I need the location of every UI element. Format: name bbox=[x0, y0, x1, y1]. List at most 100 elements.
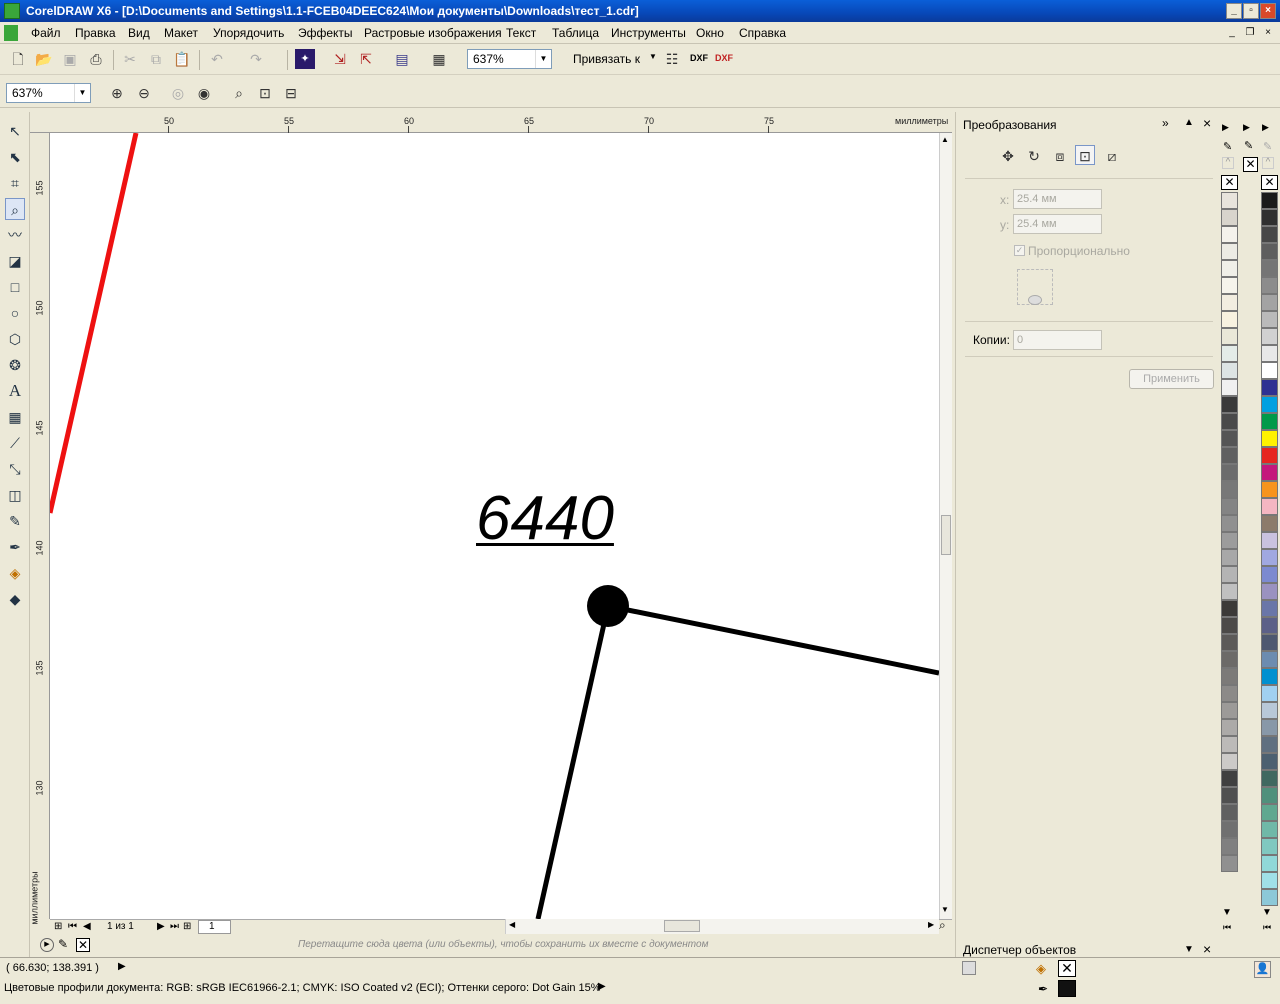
drawing-canvas[interactable]: 6440 bbox=[50, 133, 939, 919]
color-swatch[interactable] bbox=[1221, 277, 1238, 294]
color-swatch[interactable] bbox=[1221, 430, 1238, 447]
color-swatch[interactable] bbox=[1221, 685, 1238, 702]
no-color-swatch[interactable]: ✕ bbox=[76, 938, 90, 952]
menu-window[interactable]: Окно bbox=[696, 26, 724, 40]
no-fill-swatch[interactable]: ✕ bbox=[1261, 175, 1278, 190]
fill-none-swatch[interactable]: ✕ bbox=[1058, 960, 1076, 977]
color-swatch[interactable] bbox=[1221, 617, 1238, 634]
color-swatch[interactable] bbox=[1221, 328, 1238, 345]
menu-layout[interactable]: Макет bbox=[164, 26, 198, 40]
color-swatch[interactable] bbox=[1261, 311, 1278, 328]
outline-tool-icon[interactable]: ✒ bbox=[5, 536, 25, 558]
color-swatch[interactable] bbox=[1261, 396, 1278, 413]
freehand-tool-icon[interactable]: 〰 bbox=[5, 224, 25, 246]
color-swatch[interactable] bbox=[1221, 702, 1238, 719]
welcome-screen-icon[interactable]: ▦ bbox=[429, 49, 449, 69]
shape-tool-icon[interactable]: ⬉ bbox=[5, 146, 25, 168]
color-swatch[interactable] bbox=[1261, 345, 1278, 362]
color-swatch[interactable] bbox=[1261, 668, 1278, 685]
color-swatch[interactable] bbox=[1261, 617, 1278, 634]
scroll-up-icon[interactable]: ^ bbox=[1262, 157, 1274, 169]
expand-palette-icon[interactable]: ⏮ bbox=[1223, 922, 1231, 933]
scroll-right-icon[interactable]: ▶ bbox=[928, 920, 934, 929]
color-profiles-menu-icon[interactable]: ▶ bbox=[598, 981, 606, 992]
print-icon[interactable]: ⎙ bbox=[86, 49, 106, 69]
copies-field[interactable]: 0 bbox=[1013, 330, 1102, 350]
new-document-icon[interactable]: 🗋 bbox=[8, 49, 28, 69]
dxf-export-button[interactable]: DXF bbox=[690, 53, 708, 63]
menu-table[interactable]: Таблица bbox=[552, 26, 599, 40]
vertical-scrollbar[interactable]: ▲ ▼ bbox=[939, 133, 952, 919]
color-swatch[interactable] bbox=[1221, 243, 1238, 260]
connector-tool-icon[interactable]: ⤡ bbox=[5, 458, 25, 480]
color-swatch[interactable] bbox=[1261, 583, 1278, 600]
user-icon[interactable]: 👤 bbox=[1254, 961, 1271, 978]
color-swatch[interactable] bbox=[1261, 209, 1278, 226]
color-swatch[interactable] bbox=[1221, 668, 1238, 685]
color-swatch[interactable] bbox=[1221, 770, 1238, 787]
color-swatch[interactable] bbox=[1221, 736, 1238, 753]
color-swatch[interactable] bbox=[1261, 651, 1278, 668]
collapse-object-manager-icon[interactable]: ▼ bbox=[1184, 944, 1194, 955]
color-swatch[interactable] bbox=[1261, 481, 1278, 498]
color-swatch[interactable] bbox=[1261, 872, 1278, 889]
color-swatch[interactable] bbox=[1221, 498, 1238, 515]
color-swatch[interactable] bbox=[1221, 821, 1238, 838]
rectangle-tool-icon[interactable]: □ bbox=[5, 276, 25, 298]
crop-tool-icon[interactable]: ⌗ bbox=[5, 172, 25, 194]
color-swatch[interactable] bbox=[1221, 481, 1238, 498]
color-swatch[interactable] bbox=[1261, 379, 1278, 396]
palette-menu-icon[interactable]: ▶ bbox=[1262, 122, 1269, 133]
black-line-right[interactable] bbox=[607, 603, 939, 676]
color-swatch[interactable] bbox=[1221, 209, 1238, 226]
color-swatch[interactable] bbox=[1221, 294, 1238, 311]
color-swatch[interactable] bbox=[1261, 685, 1278, 702]
vertical-ruler[interactable]: 155 150 145 140 135 130 миллиметры bbox=[30, 133, 50, 925]
color-swatch[interactable] bbox=[1221, 311, 1238, 328]
menu-file[interactable]: Файл bbox=[31, 26, 61, 40]
color-swatch[interactable] bbox=[1221, 413, 1238, 430]
scroll-down-icon[interactable]: ▼ bbox=[1222, 907, 1232, 918]
y-size-field[interactable]: 25.4 мм bbox=[1013, 214, 1102, 234]
no-fill-swatch[interactable]: ✕ bbox=[1243, 157, 1258, 172]
black-line-down[interactable] bbox=[535, 605, 611, 919]
application-launcher-icon[interactable]: ▤ bbox=[392, 49, 412, 69]
scroll-down-icon[interactable]: ▼ bbox=[1262, 907, 1272, 918]
expand-palette-icon[interactable]: ⏮ bbox=[1263, 922, 1271, 933]
dimension-tool-icon[interactable]: ⟋ bbox=[5, 432, 25, 454]
color-swatch[interactable] bbox=[1221, 566, 1238, 583]
color-swatch[interactable] bbox=[1221, 600, 1238, 617]
expand-docker-icon[interactable]: » bbox=[1162, 116, 1169, 130]
zoom-to-width-icon[interactable]: ⊡ bbox=[255, 83, 275, 103]
paste-icon[interactable]: 📋 bbox=[172, 49, 192, 69]
red-line[interactable] bbox=[50, 133, 139, 514]
color-swatch[interactable] bbox=[1261, 243, 1278, 260]
import-icon[interactable]: ⇲ bbox=[330, 49, 350, 69]
color-swatch[interactable] bbox=[1261, 294, 1278, 311]
menu-view[interactable]: Вид bbox=[128, 26, 150, 40]
color-swatch[interactable] bbox=[1261, 362, 1278, 379]
color-swatch[interactable] bbox=[1221, 260, 1238, 277]
next-page-icon[interactable]: ▶ bbox=[157, 921, 165, 932]
color-swatch[interactable] bbox=[1221, 838, 1238, 855]
color-swatch[interactable] bbox=[1221, 515, 1238, 532]
color-swatch[interactable] bbox=[1261, 430, 1278, 447]
color-swatch[interactable] bbox=[1221, 583, 1238, 600]
redo-icon[interactable]: ↷ bbox=[246, 49, 266, 69]
menu-text[interactable]: Текст bbox=[506, 26, 536, 40]
color-swatch[interactable] bbox=[1221, 855, 1238, 872]
color-swatch[interactable] bbox=[1261, 328, 1278, 345]
doc-close-button[interactable]: × bbox=[1260, 26, 1276, 40]
scroll-down-icon[interactable]: ▼ bbox=[941, 905, 949, 914]
interactive-fill-tool-icon[interactable]: ◆ bbox=[5, 588, 25, 610]
color-swatch[interactable] bbox=[1221, 532, 1238, 549]
close-button[interactable]: × bbox=[1260, 3, 1276, 19]
proportional-checkbox[interactable]: ✓ bbox=[1014, 245, 1025, 256]
color-swatch[interactable] bbox=[1261, 702, 1278, 719]
zoom-level-combo[interactable]: 637% ▼ bbox=[467, 49, 552, 69]
minimize-button[interactable]: _ bbox=[1226, 3, 1242, 19]
color-swatch[interactable] bbox=[1261, 855, 1278, 872]
color-swatch[interactable] bbox=[1221, 345, 1238, 362]
add-page-after-icon[interactable]: ⊞ bbox=[183, 921, 191, 932]
color-swatch[interactable] bbox=[1221, 396, 1238, 413]
